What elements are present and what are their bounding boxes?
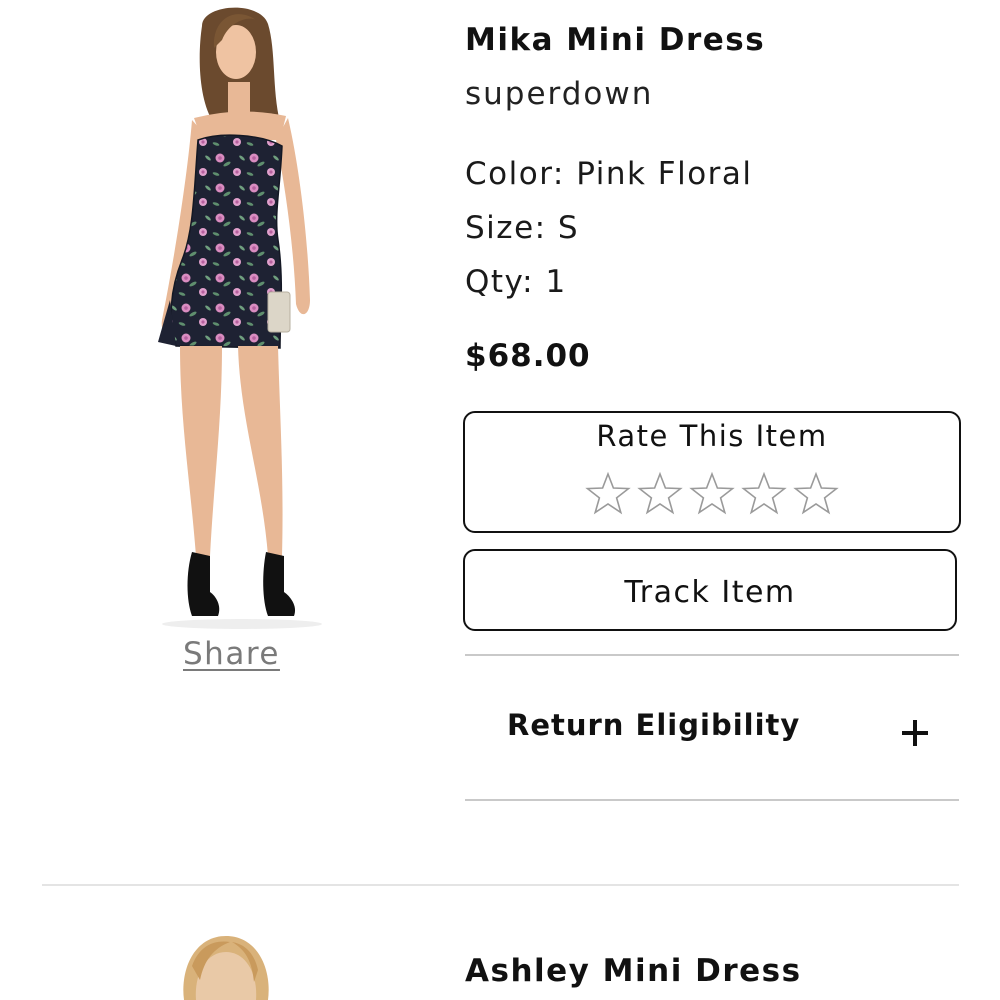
brand-name[interactable]: superdown: [465, 76, 653, 112]
star-4-icon[interactable]: [741, 471, 787, 517]
item-price: $68.00: [465, 338, 591, 374]
star-rating: [465, 471, 959, 517]
plus-icon[interactable]: [902, 720, 928, 746]
model-photo-illustration-2: [183, 936, 269, 1000]
star-1-icon[interactable]: [585, 471, 631, 517]
return-eligibility-label: Return Eligibility: [507, 708, 801, 742]
return-eligibility-toggle[interactable]: Return Eligibility: [465, 656, 959, 799]
product-image[interactable]: [110, 0, 360, 632]
share-link[interactable]: Share: [183, 636, 280, 672]
item-size: Size: S: [465, 210, 580, 246]
divider: [465, 799, 959, 801]
star-2-icon[interactable]: [637, 471, 683, 517]
star-3-icon[interactable]: [689, 471, 735, 517]
track-item-button[interactable]: Track Item: [463, 549, 957, 631]
rate-item-panel: Rate This Item: [463, 411, 961, 533]
model-photo-illustration: [158, 7, 322, 629]
product-name[interactable]: Mika Mini Dress: [465, 22, 765, 58]
star-5-icon[interactable]: [793, 471, 839, 517]
product-name-2[interactable]: Ashley Mini Dress: [465, 953, 802, 989]
order-details-page: Share Mika Mini Dress superdown Color: P…: [0, 0, 1000, 1000]
item-quantity: Qty: 1: [465, 264, 567, 300]
item-color: Color: Pink Floral: [465, 156, 753, 192]
product-image-2[interactable]: [170, 930, 280, 1000]
rate-item-title: Rate This Item: [596, 419, 828, 453]
item-separator: [42, 884, 959, 886]
